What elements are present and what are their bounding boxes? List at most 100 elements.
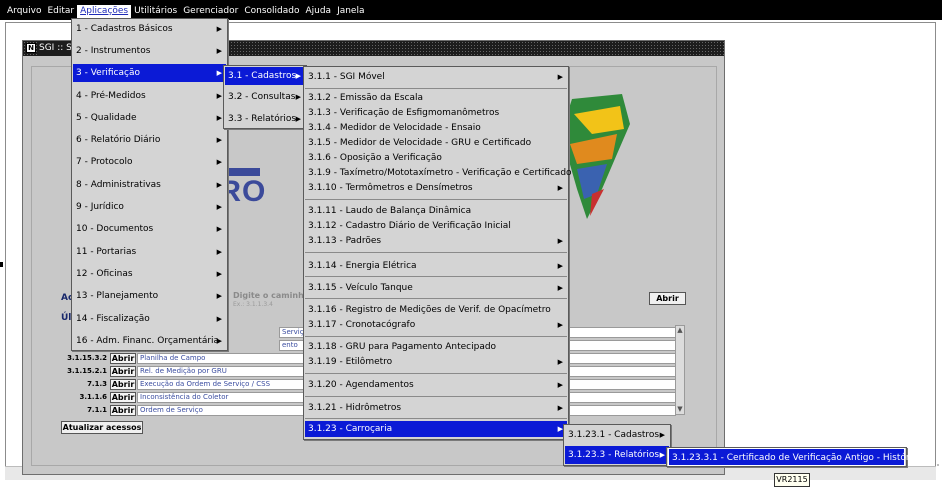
- menu1-item[interactable]: 10 - Documentos ▶: [73, 220, 226, 238]
- menu3-item[interactable]: 3.1.21 - Hidrômetros ▶: [305, 399, 567, 417]
- menu-item-label: 3.1.23.1 - Cadastros: [568, 430, 660, 440]
- chevron-right-icon: ▶: [557, 381, 563, 389]
- menu-item-label: 3.1.21 - Hidrômetros: [308, 403, 402, 413]
- menu3-item[interactable]: 3.1.1 - SGI Móvel ▶: [305, 68, 567, 86]
- path-input-placeholder[interactable]: Digite o caminho: [233, 291, 309, 300]
- menu3-item[interactable]: 3.1.19 - Etilômetro ▶: [305, 355, 567, 370]
- menu-item-label: 10 - Documentos: [76, 224, 154, 234]
- menu-editar[interactable]: Editar: [44, 5, 77, 18]
- menu-consolidado[interactable]: Consolidado: [241, 5, 302, 18]
- menu-item-label: 3.1.12 - Cadastro Diário de Verificação …: [308, 221, 511, 231]
- menu3-item[interactable]: 3.1.18 - GRU para Pagamento Antecipado: [305, 340, 567, 355]
- chevron-right-icon: ▶: [557, 284, 563, 292]
- menu3-item-selected[interactable]: 3.1.23 - Carroçaria ▶: [305, 421, 567, 437]
- menu-item-label: 3.1.13 - Padrões: [308, 236, 382, 246]
- menu-item-label: 12 - Oficinas: [76, 269, 133, 279]
- menu3-item[interactable]: 3.1.10 - Termômetros e Densímetros ▶: [305, 181, 567, 196]
- chevron-right-icon: ▶: [216, 136, 222, 144]
- menu1-item-selected[interactable]: 3 - Verificação ▶: [73, 64, 226, 82]
- recent-open-button[interactable]: Abrir: [110, 378, 136, 390]
- menu-item-label: 3.1.17 - Cronotacógrafo: [308, 320, 416, 330]
- menu-arquivo[interactable]: Arquivo: [4, 5, 44, 18]
- menu-item-label: 3.1.15 - Veículo Tanque: [308, 283, 413, 293]
- menu3-item[interactable]: 3.1.3 - Verificação de Esfigmomanômetros: [305, 106, 567, 121]
- menu-separator: [305, 373, 567, 374]
- scroll-up-icon[interactable]: ▲: [676, 326, 684, 335]
- menu-separator: [305, 88, 567, 89]
- menu3-item[interactable]: 3.1.2 - Emissão da Escala: [305, 91, 567, 106]
- menu3-item[interactable]: 3.1.16 - Registro de Medições de Verif. …: [305, 303, 567, 318]
- menu-item-label: 3.1.23.3.1 - Certificado de Verificação …: [672, 453, 923, 463]
- menu-ajuda[interactable]: Ajuda: [302, 5, 334, 18]
- menu5-item-selected[interactable]: 3.1.23.3.1 - Certificado de Verificação …: [668, 448, 923, 466]
- menu3-item[interactable]: 3.1.13 - Padrões ▶: [305, 234, 567, 249]
- menu1-item[interactable]: 7 - Protocolo ▶: [73, 153, 226, 171]
- menu-item-label: 9 - Jurídico: [76, 202, 124, 212]
- menu1-item[interactable]: 9 - Jurídico ▶: [73, 198, 226, 216]
- menu-item-label: 3.1.9 - Taxímetro/Mototaxímetro - Verifi…: [308, 168, 572, 178]
- menu1-item[interactable]: 8 - Administrativas ▶: [73, 176, 226, 194]
- menu4-item[interactable]: 3.1.23.1 - Cadastros ▶: [565, 426, 669, 444]
- menu-item-label: 3.1.23 - Carroçaria: [308, 424, 393, 434]
- menu3-item[interactable]: 3.1.9 - Taxímetro/Mototaxímetro - Verifi…: [305, 166, 572, 181]
- menu-item-label: 3.1.1 - SGI Móvel: [308, 72, 385, 82]
- menu3-item[interactable]: 3.1.20 - Agendamentos ▶: [305, 376, 567, 394]
- menu1-item[interactable]: 13 - Planejamento ▶: [73, 287, 226, 305]
- menu3-item[interactable]: 3.1.5 - Medidor de Velocidade - GRU e Ce…: [305, 136, 567, 151]
- menu3-item[interactable]: 3.1.14 - Energia Elétrica ▶: [305, 257, 567, 275]
- menu2-item[interactable]: 3.2 - Consultas ▶: [225, 88, 305, 106]
- menu-item-label: 4 - Pré-Medidos: [76, 91, 146, 101]
- recent-scrollbar[interactable]: ▲ ▼: [675, 325, 685, 415]
- menu1-item[interactable]: 12 - Oficinas ▶: [73, 265, 226, 283]
- menu1-item[interactable]: 11 - Portarias ▶: [73, 243, 226, 261]
- recent-open-button[interactable]: Abrir: [110, 352, 136, 364]
- menu-separator: [305, 396, 567, 397]
- menu1-item[interactable]: 4 - Pré-Medidos ▶: [73, 87, 226, 105]
- menu-item-label: 3.1.2 - Emissão da Escala: [308, 93, 424, 103]
- menu-janela[interactable]: Janela: [334, 5, 367, 18]
- menu-item-label: 3.1.23.3 - Relatórios: [568, 450, 660, 460]
- menu-separator: [305, 199, 567, 200]
- chevron-right-icon: ▶: [216, 25, 222, 33]
- verificacao-submenu: 3.1 - Cadastros ▶ 3.2 - Consultas ▶ 3.3 - …: [223, 65, 307, 129]
- recent-open-button[interactable]: Abrir: [110, 365, 136, 377]
- menu1-item[interactable]: 5 - Qualidade ▶: [73, 109, 226, 127]
- window-app-icon: N: [26, 43, 36, 53]
- menu-item-label: 1 - Cadastros Básicos: [76, 24, 173, 34]
- recent-open-button[interactable]: Abrir: [110, 391, 136, 403]
- menu3-item[interactable]: 3.1.11 - Laudo de Balança Dinâmica: [305, 204, 567, 219]
- menu3-item[interactable]: 3.1.12 - Cadastro Diário de Verificação …: [305, 219, 567, 234]
- menu-item-label: 3.1.20 - Agendamentos: [308, 380, 414, 390]
- menu2-item[interactable]: 3.3 - Relatórios ▶: [225, 110, 305, 128]
- menu-separator: [305, 276, 567, 277]
- scroll-down-icon[interactable]: ▼: [676, 405, 684, 414]
- menu-gerenciador[interactable]: Gerenciador: [180, 5, 241, 18]
- menu3-item[interactable]: 3.1.15 - Veículo Tanque ▶: [305, 279, 567, 297]
- menu-utilitarios[interactable]: Utilitários: [131, 5, 180, 18]
- menu3-item[interactable]: 3.1.4 - Medidor de Velocidade - Ensaio: [305, 121, 567, 136]
- menu2-item-selected[interactable]: 3.1 - Cadastros ▶: [225, 67, 305, 85]
- chevron-right-icon: ▶: [216, 181, 222, 189]
- chevron-right-icon: ▶: [659, 431, 665, 439]
- recent-open-button[interactable]: Abrir: [110, 404, 136, 416]
- menu-aplicacoes[interactable]: Aplicações: [77, 5, 132, 18]
- menu1-item[interactable]: 1 - Cadastros Básicos ▶: [73, 20, 226, 38]
- top-bar: Arquivo Editar Aplicações Utilitários Ge…: [0, 0, 942, 20]
- menu1-item[interactable]: 6 - Relatório Diário ▶: [73, 131, 226, 149]
- chevron-right-icon: ▶: [557, 262, 563, 270]
- menu3-item[interactable]: 3.1.17 - Cronotacógrafo ▶: [305, 318, 567, 333]
- chevron-right-icon: ▶: [216, 337, 222, 345]
- chevron-right-icon: ▶: [295, 115, 301, 123]
- menu3-item[interactable]: 3.1.6 - Oposição a Verificação: [305, 151, 567, 166]
- open-path-button[interactable]: Abrir: [649, 292, 686, 305]
- menu1-item[interactable]: 14 - Fiscalização ▶: [73, 310, 226, 328]
- menu1-item[interactable]: 2 - Instrumentos ▶: [73, 42, 226, 60]
- menu-item-label: 3.1.5 - Medidor de Velocidade - GRU e Ce…: [308, 138, 532, 148]
- recent-code: 3.1.15.2.1: [67, 367, 107, 375]
- menu1-item[interactable]: 16 - Adm. Financ. Orçamentária ▶: [73, 332, 226, 350]
- recent-code: 7.1.3: [87, 380, 107, 388]
- refresh-access-button[interactable]: Atualizar acessos: [61, 421, 143, 434]
- menu4-item-selected[interactable]: 3.1.23.3 - Relatórios ▶: [565, 446, 669, 464]
- menu-item-label: 3.1.10 - Termômetros e Densímetros: [308, 183, 473, 193]
- chevron-right-icon: ▶: [557, 321, 563, 329]
